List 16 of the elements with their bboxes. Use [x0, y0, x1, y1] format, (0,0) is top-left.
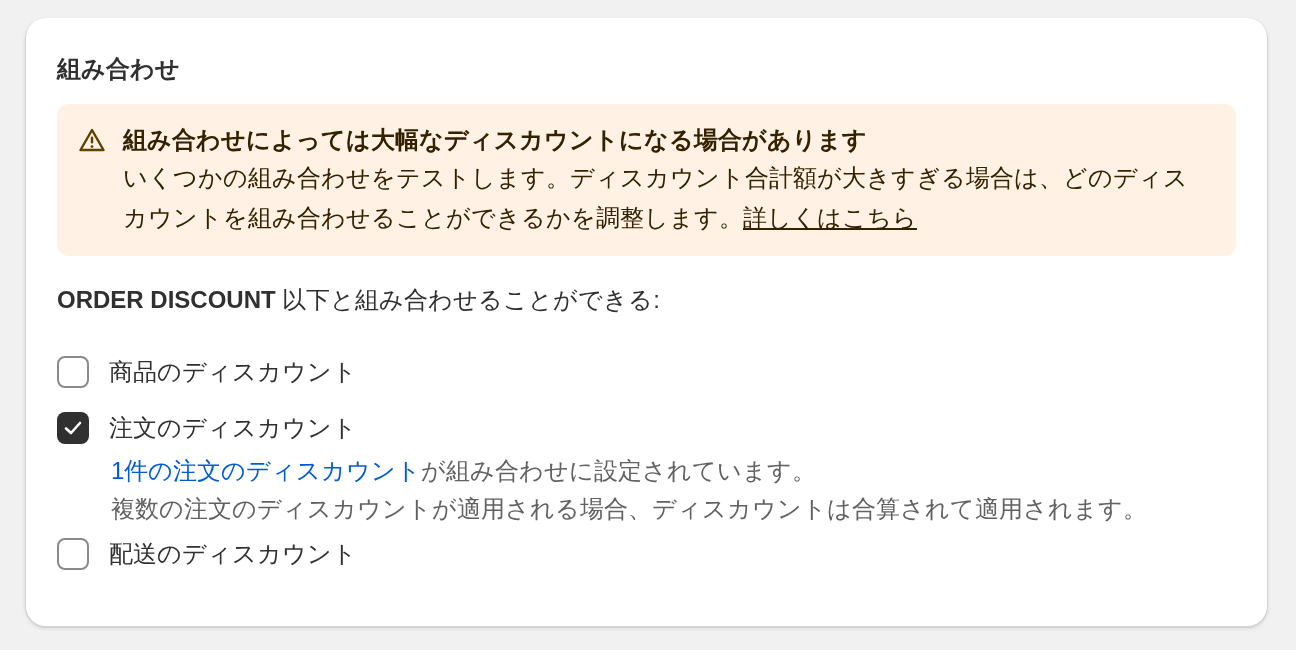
banner-title: 組み合わせによっては大幅なディスカウントになる場合があります: [123, 125, 867, 155]
checkmark-icon: [64, 421, 82, 435]
combine-label: ORDER DISCOUNT 以下と組み合わせることができる:: [57, 285, 660, 315]
warning-icon: [79, 128, 105, 152]
checkbox-label[interactable]: 配送のディスカウント: [109, 536, 357, 572]
checkbox[interactable]: [57, 356, 89, 388]
checkbox-label[interactable]: 商品のディスカウント: [109, 354, 357, 390]
note-detail: 複数の注文のディスカウントが適用される場合、ディスカウントは合算されて適用されます。: [111, 494, 1147, 524]
checkbox[interactable]: [57, 412, 89, 444]
checkbox[interactable]: [57, 538, 89, 570]
order-discount-link[interactable]: 1件の注文のディスカウント: [111, 457, 422, 484]
note-text: 1件の注文のディスカウント が組み合わせに設定されています。: [111, 456, 817, 486]
banner-text: いくつかの組み合わせをテストします。ディスカウント合計額が大きすぎる場合は、どのディスカウントを組み合わせることができるかを調整します。詳しくはこちら: [123, 163, 1189, 233]
section-title: 組み合わせ: [57, 54, 180, 84]
checkbox-label[interactable]: 注文のディスカウント: [109, 410, 357, 446]
learn-more-link[interactable]: 詳しくはこちら: [743, 204, 917, 231]
